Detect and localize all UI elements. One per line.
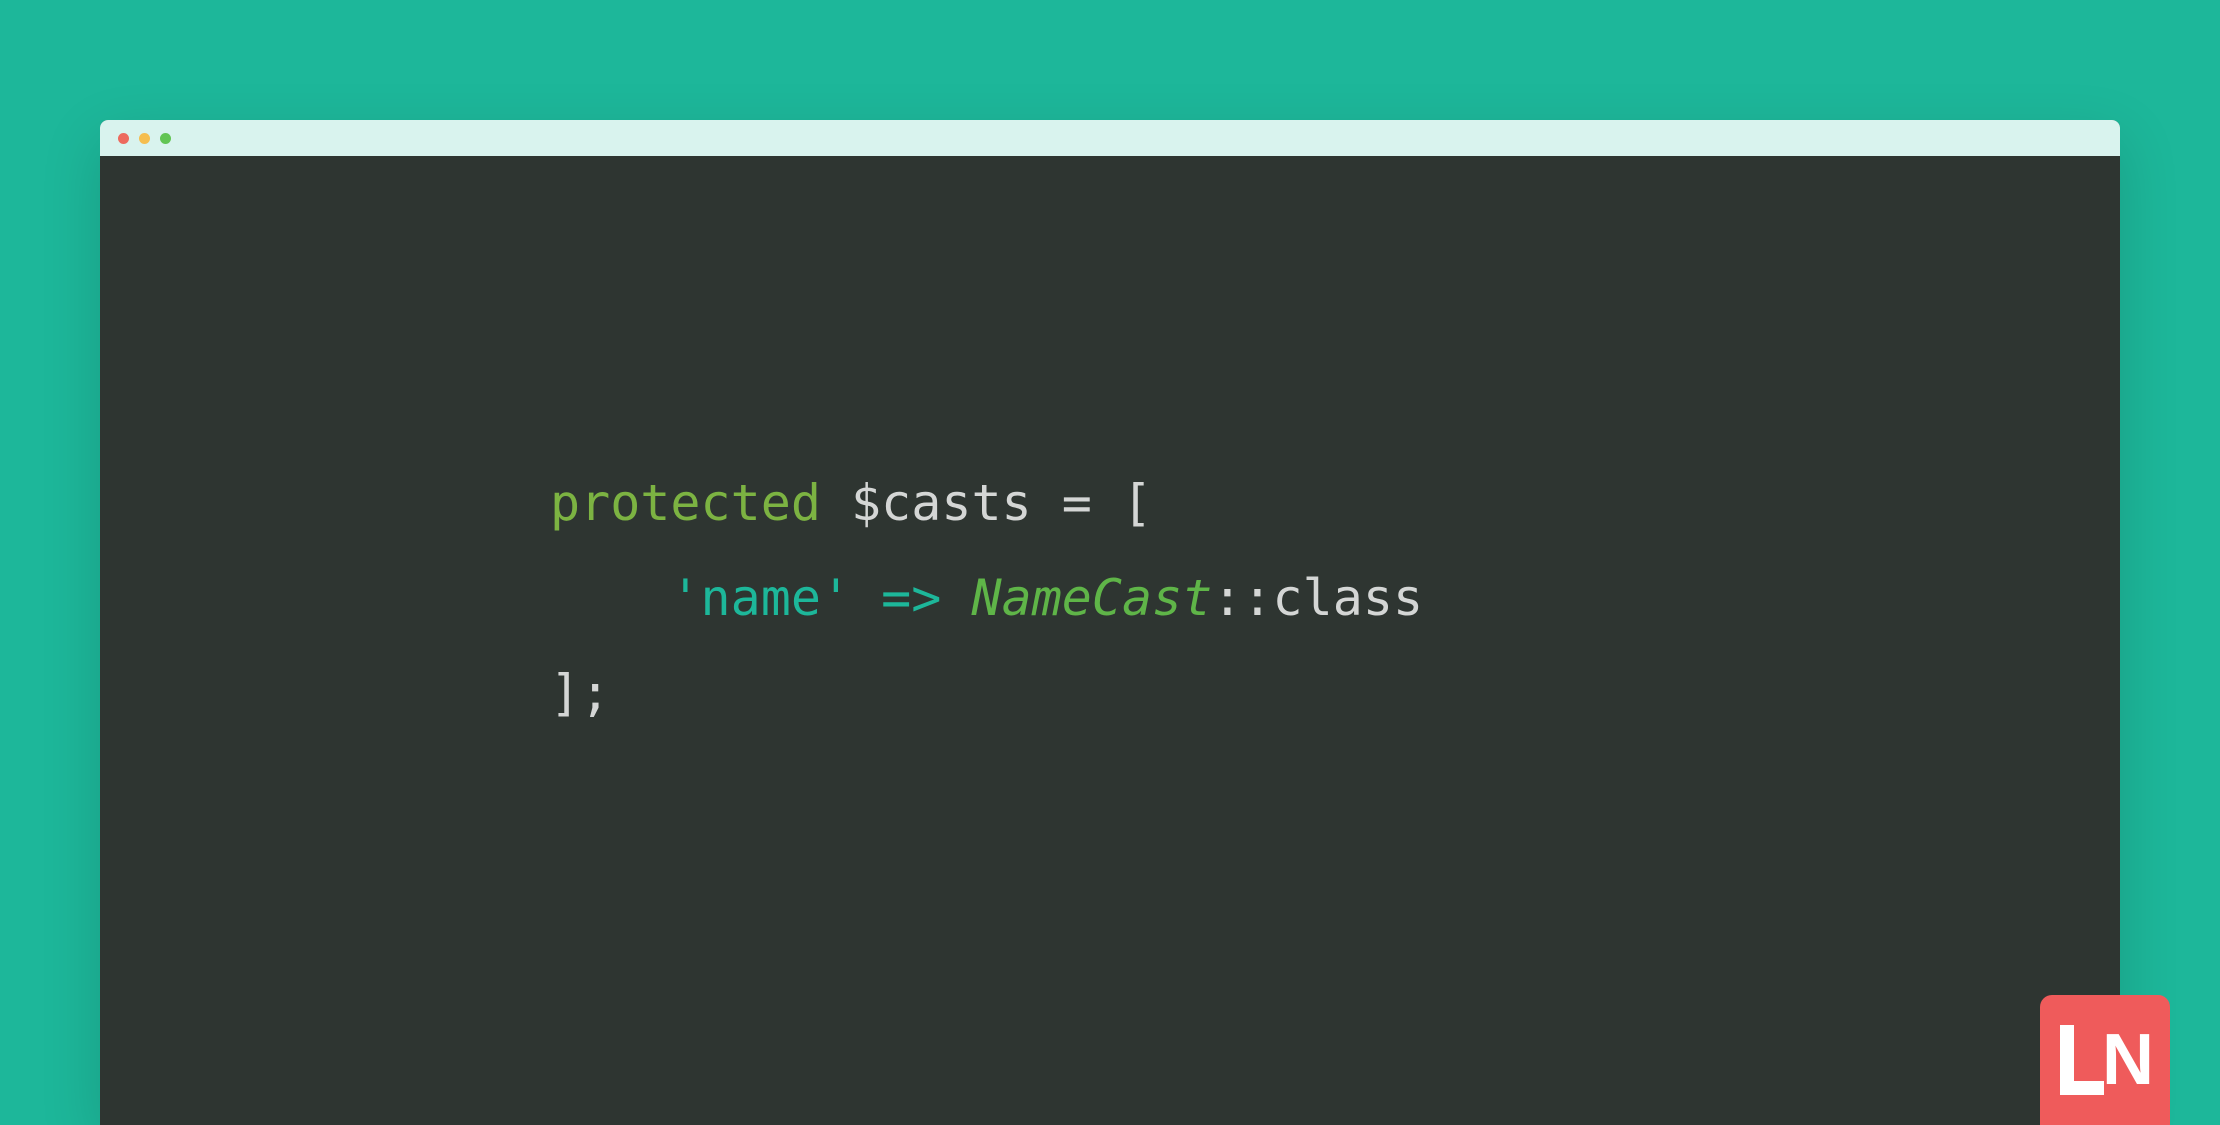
code-keyword: protected bbox=[550, 474, 821, 532]
code-arrow: => bbox=[881, 569, 941, 627]
editor-body: protected $casts = [ 'name' => NameCast:… bbox=[100, 156, 2120, 741]
code-scope: :: bbox=[1212, 569, 1272, 627]
logo-text: N bbox=[2060, 1019, 2150, 1101]
close-icon[interactable] bbox=[118, 133, 129, 144]
code-classname: NameCast bbox=[971, 569, 1212, 627]
minimize-icon[interactable] bbox=[139, 133, 150, 144]
code-string: 'name' bbox=[670, 569, 851, 627]
logo-n-letter: N bbox=[2102, 1019, 2150, 1101]
code-variable: $casts bbox=[851, 474, 1032, 532]
maximize-icon[interactable] bbox=[160, 133, 171, 144]
logo-l-icon bbox=[2060, 1025, 2104, 1095]
code-operator: = bbox=[1062, 474, 1092, 532]
code-member: class bbox=[1273, 569, 1424, 627]
code-indent bbox=[550, 569, 670, 627]
editor-window: protected $casts = [ 'name' => NameCast:… bbox=[100, 120, 2120, 1125]
code-bracket: [ bbox=[1122, 474, 1152, 532]
logo-badge: N bbox=[2040, 995, 2170, 1125]
code-block: protected $casts = [ 'name' => NameCast:… bbox=[550, 456, 2120, 741]
window-titlebar bbox=[100, 120, 2120, 156]
code-bracket-close: ]; bbox=[550, 664, 610, 722]
